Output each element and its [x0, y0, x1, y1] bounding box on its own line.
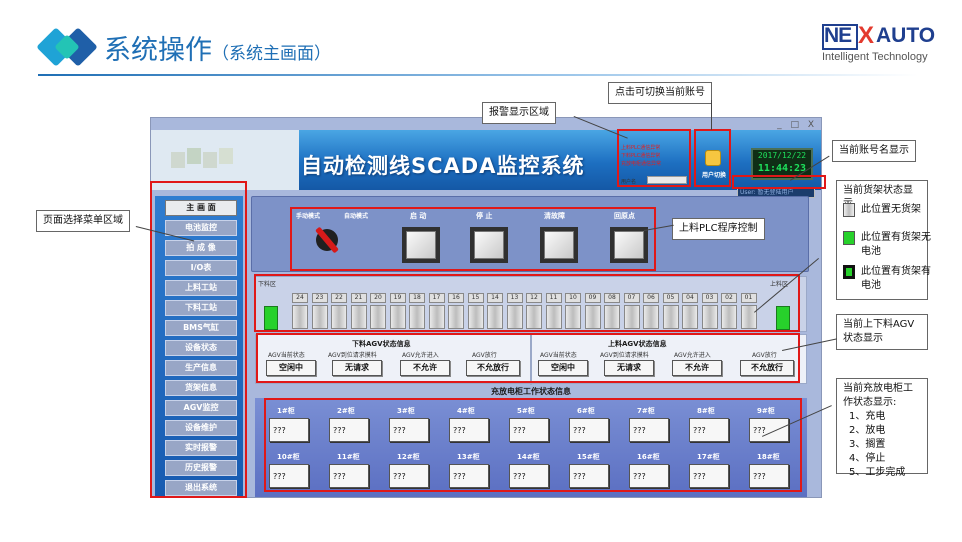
title-underline — [38, 74, 918, 76]
callout-plc: 上料PLC程序控制 — [672, 218, 765, 240]
logo-auto: AUTO — [876, 24, 936, 47]
callout-switch: 点击可切换当前账号 — [608, 82, 712, 104]
slide-subtitle: （系统主画面） — [212, 44, 331, 64]
rack-battery-icon — [843, 265, 855, 279]
slide-footer — [0, 538, 962, 542]
slide-logo-mark — [36, 24, 102, 70]
callout-alarm: 报警显示区域 — [482, 102, 556, 124]
leader-line — [711, 100, 712, 130]
agv-highlight — [256, 333, 800, 383]
callout-agv: 当前上下料AGV状态显示 — [836, 314, 928, 350]
blurred-logo-block — [219, 148, 233, 164]
cabinet-highlight — [264, 398, 802, 492]
company-logo: NE X AUTO Intelligent Technology — [818, 20, 942, 66]
clock-date: 2017/12/22 — [757, 151, 807, 160]
cabinet-legend-item: 1、充电 — [849, 411, 886, 422]
rack-state-text: 此位置有货架有电池 — [861, 266, 931, 291]
callout-cabinet: 当前充放电柜工作状态显示: 1、充电 2、放电 3、搁置 4、停止 5、工步完成 — [836, 378, 928, 478]
cabinet-legend-item: 3、搁置 — [849, 439, 886, 450]
callout-rack-legend: 当前货架状态显示 此位置无货架 此位置有货架无电池 此位置有货架有电池 — [836, 180, 931, 300]
cabinet-legend-item: 2、放电 — [849, 425, 886, 436]
scada-title: 自动检测线SCADA监控系统 — [301, 154, 585, 178]
window-controls[interactable]: _ □ X — [777, 120, 817, 130]
callout-menu: 页面选择菜单区域 — [36, 210, 130, 232]
menu-highlight — [150, 181, 247, 498]
rack-state-text: 此位置有货架无电池 — [861, 232, 931, 257]
blurred-logo-block — [187, 148, 201, 164]
rack-highlight — [254, 274, 800, 332]
user-switch-highlight — [694, 129, 731, 187]
rack-state-text: 此位置无货架 — [861, 204, 921, 215]
logo-x: X — [858, 22, 875, 49]
logo-ne: NE — [824, 24, 852, 47]
alarm-highlight — [617, 129, 691, 187]
cabinet-legend-title: 当前充放电柜工作状态显示: — [843, 383, 913, 408]
cabinet-legend-item: 5、工步完成 — [849, 467, 906, 478]
cabinet-legend-item: 4、停止 — [849, 453, 886, 464]
callout-account: 当前账号名显示 — [832, 140, 916, 162]
slide-title: 系统操作（系统主画面） — [104, 28, 331, 67]
cabinet-panel-title: 充放电柜工作状态信息 — [491, 387, 571, 396]
logo-tagline: Intelligent Technology — [822, 51, 928, 63]
plc-highlight — [290, 207, 656, 271]
clock-time: 11:44:23 — [757, 163, 807, 174]
blurred-logo-block — [203, 152, 217, 168]
empty-rack-icon — [843, 203, 855, 217]
rack-no-battery-icon — [843, 231, 855, 245]
slide-title-text: 系统操作 — [104, 35, 212, 66]
account-highlight — [732, 175, 826, 189]
blurred-logo-block — [171, 152, 185, 168]
